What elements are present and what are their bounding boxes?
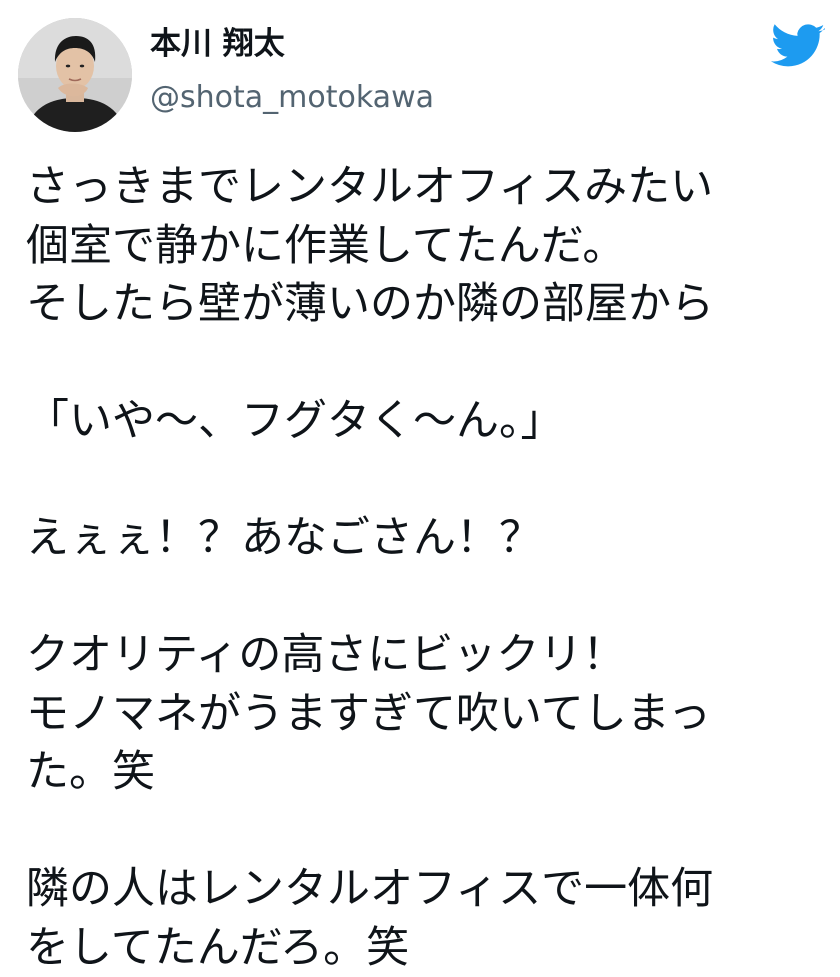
tweet-text: さっきまでレンタルオフィスみたい 個室で静かに作業してたんだ。 そしたら壁が薄い… bbox=[26, 158, 826, 977]
tweet-line: モノマネがうますぎて吹いてしまっ bbox=[26, 685, 826, 744]
profile-photo bbox=[18, 18, 132, 132]
tweet-line: さっきまでレンタルオフィスみたい bbox=[26, 158, 826, 217]
tweet-card: 本川 翔太 @shota_motokawa さっきまでレンタルオフィスみたい 個… bbox=[0, 0, 840, 970]
author-display-name[interactable]: 本川 翔太 bbox=[150, 26, 285, 63]
tweet-line-blank bbox=[26, 568, 826, 627]
tweet-line: えぇぇ！？あなごさん！？ bbox=[26, 509, 826, 568]
tweet-line-blank bbox=[26, 334, 826, 393]
tweet-line: 隣の人はレンタルオフィスで一体何 bbox=[26, 860, 826, 919]
tweet-line: 個室で静かに作業してたんだ。 bbox=[26, 217, 826, 276]
tweet-line: クオリティの高さにビックリ！ bbox=[26, 626, 826, 685]
tweet-line: た。笑 bbox=[26, 743, 826, 802]
tweet-line: 「いや〜、フグタく〜ん。」 bbox=[26, 392, 826, 451]
tweet-line-blank bbox=[26, 802, 826, 861]
twitter-bird-icon[interactable] bbox=[770, 24, 826, 70]
tweet-line: をしてたんだろ。笑 bbox=[26, 919, 826, 977]
author-handle[interactable]: @shota_motokawa bbox=[150, 80, 434, 116]
tweet-line-blank bbox=[26, 451, 826, 510]
tweet-line: そしたら壁が薄いのか隣の部屋から bbox=[26, 275, 826, 334]
avatar[interactable] bbox=[18, 18, 132, 132]
